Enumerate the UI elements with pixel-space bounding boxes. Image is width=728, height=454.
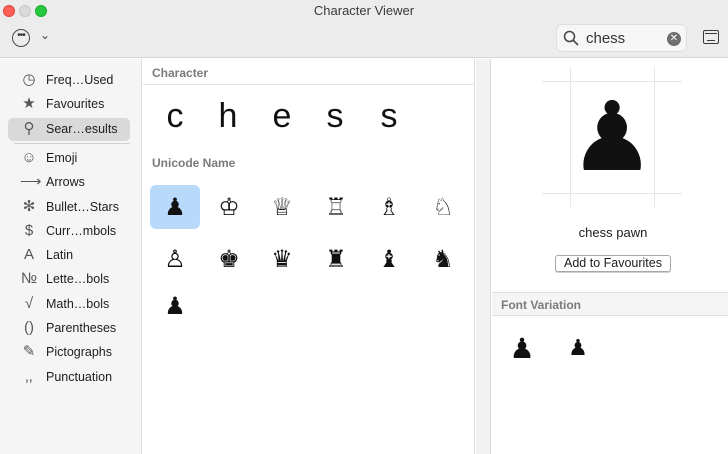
numero-icon: № [20,270,38,287]
sidebar-item-label: Curr…mbols [46,224,117,238]
section-divider [143,84,475,85]
sidebar-item[interactable]: √ Math…bols [8,293,130,316]
parentheses-icon: () [24,319,34,336]
sidebar-item-label: Sear…esults [46,122,118,136]
sidebar-item[interactable]: A Latin [8,244,130,267]
character-result-cell[interactable]: ♘ [418,185,468,229]
sidebar-item[interactable]: ⚲ Sear…esults [8,118,130,141]
ellipsis-circle-icon[interactable]: ••• [12,29,30,47]
latin-a-icon: A [23,246,34,263]
keyboard-viewer-icon[interactable] [703,30,719,44]
search-character[interactable]: e [255,91,309,141]
sidebar-item-label: Bullet…Stars [46,200,119,214]
sidebar-item-label: Freq…Used [46,73,114,87]
add-to-favourites-button[interactable]: Add to Favourites [555,255,671,272]
sidebar-item-label: Arrows [46,175,85,189]
character-result-cell[interactable]: ♟ [150,284,200,328]
sidebar-divider [14,143,130,144]
character-result-cell[interactable]: ♕ [257,185,307,229]
sidebar-item-label: Parentheses [46,321,117,335]
sidebar-item[interactable]: ✻ Bullet…Stars [8,196,130,219]
search-input[interactable]: chess [586,30,625,47]
sidebar-item-label: Latin [46,248,74,262]
star-icon: ★ [22,95,36,112]
arrow-icon: ⟶ [20,173,42,190]
clear-icon[interactable]: ✕ [667,32,681,46]
sidebar-item-label: Favourites [46,97,105,111]
clock-icon: ◷ [22,71,36,88]
sidebar-item[interactable]: ◷ Freq…Used [8,69,130,92]
results-panel: Character chess Unicode Name ♟ ♔ ♕ ♖ ♗ ♘ ♙ ♚ ♛ ♜ ♝… [143,59,475,454]
character-detail-panel: ♟ chess pawn Add to Favourites Font Vari… [492,59,728,454]
font-variation-header-bar: Font Variation [492,292,728,316]
character-result-cell[interactable]: ♜ [311,237,361,281]
glyph-preview: ♟ [542,67,682,207]
character-result-cell[interactable]: ♝ [364,237,414,281]
sidebar-item-label: Lette…bols [46,272,110,286]
magnifier-icon [563,30,579,46]
dollar-icon: $ [24,222,34,239]
sidebar-item-label: Punctuation [46,370,113,384]
search-icon: ⚲ [23,120,35,137]
character-result-cell[interactable]: ♟ [150,185,200,229]
character-section-header: Character [152,66,209,80]
character-result-cell[interactable]: ♛ [257,237,307,281]
asterisk-icon: ✻ [22,198,36,215]
sidebar-item[interactable]: ‚, Punctuation [8,366,130,389]
window-title: Character Viewer [313,3,415,18]
chevron-down-icon[interactable]: ⌄ [40,28,50,42]
character-result-cell[interactable]: ♗ [364,185,414,229]
square-root-icon: √ [24,295,34,312]
sidebar-item[interactable]: ☺ Emoji [8,147,130,170]
sidebar-item-label: Emoji [46,151,78,165]
font-variation-item[interactable]: ♟ [560,329,596,369]
sidebar-item-label: Pictographs [46,345,113,359]
sidebar-item[interactable]: $ Curr…mbols [8,220,130,243]
smiley-icon: ☺ [21,149,37,166]
font-variation-header: Font Variation [501,298,582,312]
sidebar-item[interactable]: ⟶ Arrows [8,171,130,194]
preview-glyph: ♟ [568,81,656,193]
search-character[interactable]: h [201,91,255,141]
character-result-cell[interactable]: ♖ [311,185,361,229]
unicode-name-section-header: Unicode Name [152,156,236,170]
character-result-cell[interactable]: ♔ [204,185,254,229]
character-name: chess pawn [578,225,648,240]
search-character[interactable]: c [148,91,202,141]
pencil-icon: ✎ [22,343,36,360]
sidebar-item[interactable]: № Lette…bols [8,268,130,291]
search-characters-row: chess [143,91,475,141]
sidebar-item[interactable]: () Parentheses [8,317,130,340]
font-variation-item[interactable]: ♟ [504,329,540,369]
category-sidebar: ◷ Freq…Used ★ Favourites ⚲ Sear…esults ☺ Emoji ⟶… [0,59,142,454]
search-field[interactable]: chess ✕ [556,24,687,52]
character-result-cell[interactable]: ♙ [150,237,200,281]
panel-splitter[interactable] [476,59,491,454]
punctuation-icon: ‚, [25,368,33,385]
title-toolbar: Character Viewer ••• ⌄ chess ✕ [0,0,728,58]
sidebar-item-label: Math…bols [46,297,110,311]
search-character[interactable]: s [362,91,416,141]
sidebar-item[interactable]: ★ Favourites [8,93,130,116]
search-character[interactable]: s [308,91,362,141]
character-result-cell[interactable]: ♞ [418,237,468,281]
character-result-cell[interactable]: ♚ [204,237,254,281]
sidebar-item[interactable]: ✎ Pictographs [8,341,130,364]
